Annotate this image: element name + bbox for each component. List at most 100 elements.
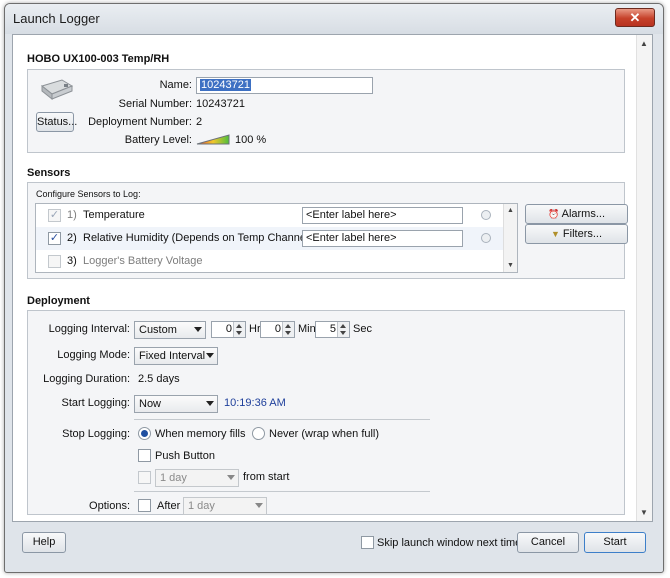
hours-spinner[interactable]: 0	[211, 321, 246, 338]
scroll-down-icon[interactable]: ▼	[640, 508, 648, 517]
chevron-down-icon	[255, 503, 263, 508]
sensor-1-checkbox[interactable]: ✓	[48, 209, 61, 222]
stop-never-label: Never (wrap when full)	[269, 428, 380, 440]
options-after-checkbox[interactable]	[138, 499, 151, 512]
push-button-checkbox[interactable]	[138, 449, 151, 462]
chevron-down-icon	[206, 353, 214, 358]
sensor-3-index: 3)	[67, 255, 77, 267]
start-logging-value: Now	[139, 398, 162, 410]
sensor-1-name: Temperature	[83, 209, 145, 221]
push-button-label: Push Button	[155, 450, 215, 462]
battery-level-value: 100 %	[235, 134, 267, 146]
chevron-down-icon	[206, 401, 214, 406]
deployment-number-value: 2	[196, 116, 203, 128]
seconds-value: 5	[329, 323, 336, 335]
options-after-label: After	[157, 500, 181, 512]
divider	[134, 491, 430, 492]
vertical-scrollbar[interactable]: ▲ ▼	[636, 35, 652, 521]
sensor-1-alarm-icon	[481, 210, 491, 220]
sensor-2-index: 2)	[67, 232, 77, 244]
sensor-2-name: Relative Humidity (Depends on Temp Chann…	[83, 232, 322, 244]
name-input[interactable]: 10243721	[196, 77, 373, 94]
from-start-label: from start	[243, 471, 290, 483]
battery-icon	[196, 134, 230, 145]
logging-mode-select[interactable]: Fixed Interval	[134, 347, 218, 365]
logging-interval-select[interactable]: Custom	[134, 321, 206, 339]
sensor-list-scrollbar[interactable]: ▲ ▼	[503, 204, 517, 272]
logging-interval-label: Logging Interval:	[48, 323, 130, 335]
hours-unit: Hr	[249, 323, 261, 335]
skip-launch-checkbox[interactable]	[361, 536, 374, 549]
sensor-1-label-input[interactable]: <Enter label here>	[302, 207, 463, 224]
sensor-2-checkbox[interactable]: ✓	[48, 232, 61, 245]
stop-never-radio[interactable]	[252, 427, 265, 440]
sensor-3-name: Logger's Battery Voltage	[83, 255, 203, 267]
list-scroll-down-icon[interactable]: ▼	[507, 262, 514, 269]
launch-logger-window: Launch Logger ✕ ▲ ▼ HOBO UX100-003 Temp/…	[4, 3, 664, 573]
serial-number-label: Serial Number:	[118, 98, 192, 110]
logger-device-icon	[40, 79, 74, 100]
logging-interval-value: Custom	[139, 324, 177, 336]
stop-after-value: 1 day	[160, 472, 187, 484]
stop-after-checkbox[interactable]	[138, 471, 151, 484]
filters-button[interactable]: ▼ Filters...	[525, 224, 628, 244]
spinner-arrows-icon[interactable]	[337, 322, 349, 337]
device-panel: Status... Name: 10243721 Serial Number: …	[27, 69, 625, 153]
sensor-row-humidity[interactable]: ✓ 2) Relative Humidity (Depends on Temp …	[36, 227, 503, 250]
sensor-2-label-input[interactable]: <Enter label here>	[302, 230, 463, 247]
start-logging-select[interactable]: Now	[134, 395, 218, 413]
scroll-up-icon[interactable]: ▲	[640, 39, 648, 48]
filters-label: Filters...	[562, 228, 603, 240]
battery-level-label: Battery Level:	[124, 134, 192, 146]
hours-value: 0	[225, 323, 232, 335]
serial-number-value: 10243721	[196, 98, 245, 110]
logging-duration-label: Logging Duration:	[43, 373, 130, 385]
name-value: 10243721	[200, 79, 251, 91]
stop-logging-label: Stop Logging:	[62, 428, 130, 440]
list-scroll-up-icon[interactable]: ▲	[507, 207, 514, 214]
start-time-value: 10:19:36 AM	[224, 397, 286, 409]
options-after-select[interactable]: 1 day	[183, 497, 267, 515]
cancel-button[interactable]: Cancel	[517, 532, 579, 553]
alarm-clock-icon: ⏰	[547, 209, 560, 219]
stop-memory-fills-label: When memory fills	[155, 428, 246, 440]
minutes-value: 0	[274, 323, 281, 335]
divider	[134, 419, 430, 420]
alarms-button[interactable]: ⏰ Alarms...	[525, 204, 628, 224]
filter-icon: ▼	[550, 229, 560, 239]
spinner-arrows-icon[interactable]	[233, 322, 245, 337]
sensor-row-temperature[interactable]: ✓ 1) Temperature <Enter label here>	[36, 204, 503, 227]
sensor-list: ✓ 1) Temperature <Enter label here> ✓ 2)…	[35, 203, 518, 273]
minutes-unit: Min	[298, 323, 316, 335]
sensor-row-battery[interactable]: 3) Logger's Battery Voltage	[36, 250, 503, 272]
options-after-value: 1 day	[188, 500, 215, 512]
start-logging-label: Start Logging:	[61, 397, 131, 409]
deployment-number-label: Deployment Number:	[88, 116, 192, 128]
seconds-spinner[interactable]: 5	[315, 321, 350, 338]
alarms-label: Alarms...	[561, 208, 606, 220]
sensor-3-checkbox[interactable]	[48, 255, 61, 268]
dialog-content: ▲ ▼ HOBO UX100-003 Temp/RH Status... Nam…	[12, 34, 653, 522]
chevron-down-icon	[194, 327, 202, 332]
sensors-title: Sensors	[27, 167, 71, 179]
name-label: Name:	[159, 79, 192, 91]
logging-mode-label: Logging Mode:	[57, 349, 130, 361]
stop-memory-fills-radio[interactable]	[138, 427, 151, 440]
device-header: HOBO UX100-003 Temp/RH	[27, 53, 170, 65]
seconds-unit: Sec	[353, 323, 372, 335]
chevron-down-icon	[227, 475, 235, 480]
start-button[interactable]: Start	[584, 532, 646, 553]
window-title: Launch Logger	[13, 11, 100, 26]
stop-after-select[interactable]: 1 day	[155, 469, 239, 487]
spinner-arrows-icon[interactable]	[282, 322, 294, 337]
logging-duration-value: 2.5 days	[138, 373, 180, 385]
skip-launch-label: Skip launch window next time	[377, 537, 522, 549]
close-button[interactable]: ✕	[615, 8, 655, 27]
sensor-1-index: 1)	[67, 209, 77, 221]
configure-sensors-label: Configure Sensors to Log:	[36, 189, 141, 199]
deployment-title: Deployment	[27, 295, 90, 307]
minutes-spinner[interactable]: 0	[260, 321, 295, 338]
sensor-2-alarm-icon	[481, 233, 491, 243]
help-button[interactable]: Help	[22, 532, 66, 553]
title-bar: Launch Logger ✕	[5, 4, 663, 34]
